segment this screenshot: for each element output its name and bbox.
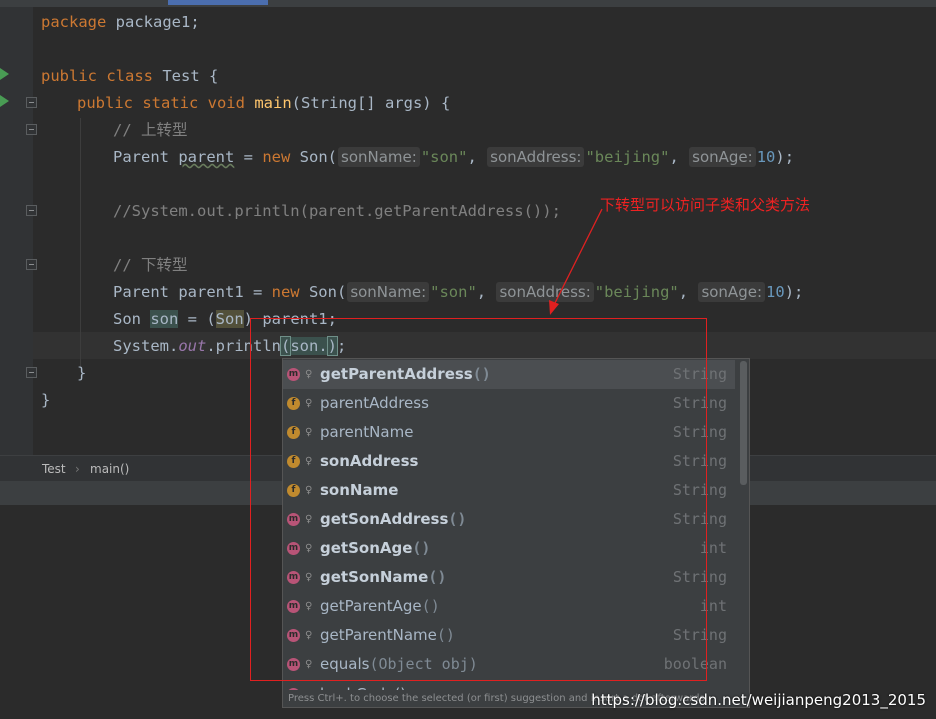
method-signature: (String[] args) { — [291, 94, 451, 112]
class-ref: System. — [113, 337, 179, 355]
annotation-text: 下转型可以访问子类和父类方法 — [600, 196, 811, 214]
fold-icon[interactable] — [26, 205, 37, 216]
commented-code: //System.out.println(parent.getParentAdd… — [113, 202, 561, 220]
breadcrumb-method[interactable]: main() — [90, 456, 129, 482]
class-name: Test { — [153, 67, 219, 85]
separator: , — [476, 283, 496, 301]
param-hint: sonName: — [347, 282, 430, 302]
keyword: package — [41, 13, 107, 31]
string-literal: "son" — [420, 148, 468, 166]
fold-icon[interactable] — [26, 97, 37, 108]
static-field: out — [178, 337, 207, 355]
method-name: main — [254, 94, 292, 112]
separator: , — [467, 148, 487, 166]
editor-tab-bar — [0, 0, 936, 7]
keyword: new — [262, 148, 291, 166]
fold-icon[interactable] — [26, 367, 37, 378]
indent-guide — [80, 118, 81, 368]
run-main-icon[interactable] — [0, 95, 9, 107]
type-name: Parent — [113, 148, 179, 166]
keyword: public — [41, 67, 97, 85]
watermark: https://blog.csdn.net/weijianpeng2013_20… — [591, 691, 926, 709]
operator: = ( — [178, 310, 216, 328]
keyword: class — [106, 67, 154, 85]
number-literal: 10 — [766, 283, 785, 301]
keyword: new — [271, 283, 300, 301]
param-hint: sonAddress: — [487, 147, 585, 167]
package-name: package1; — [106, 13, 200, 31]
comment-downcast: // 下转型 — [113, 256, 188, 274]
comment-upcast: // 上转型 — [113, 121, 188, 139]
fold-icon[interactable] — [26, 259, 37, 270]
code-line-class[interactable]: public class Test { — [41, 63, 218, 90]
run-class-icon[interactable] — [0, 68, 9, 80]
statement-end: ); — [775, 148, 795, 166]
annotation-arrow — [549, 208, 603, 315]
keyword: public static void — [77, 94, 245, 112]
code-line-main[interactable]: public static void main(String[] args) { — [77, 90, 450, 117]
declaration: Parent parent1 = — [113, 283, 272, 301]
close-brace-class: } — [41, 391, 51, 409]
param-hint: sonName: — [338, 147, 420, 167]
param-hint: sonAge: — [689, 147, 756, 167]
statement-end: ); — [784, 283, 804, 301]
param-hint: sonAge: — [698, 282, 766, 302]
separator: , — [669, 148, 689, 166]
annotation-highlight-box — [250, 318, 707, 681]
string-literal: "son" — [430, 283, 477, 301]
code-line-parent1[interactable]: Parent parent1 = new Son(sonName: "son", … — [113, 279, 803, 306]
number-literal: 10 — [756, 148, 776, 166]
operator: = — [234, 148, 263, 166]
type-name: Son — [113, 310, 151, 328]
breadcrumb-class[interactable]: Test — [42, 456, 66, 482]
completion-scrollbar[interactable] — [740, 361, 747, 485]
active-tab[interactable] — [168, 0, 268, 5]
constructor: Son( — [299, 283, 347, 301]
cast-type: Son — [215, 310, 244, 328]
variable-parent: parent — [178, 148, 235, 166]
constructor: Son( — [290, 148, 337, 166]
string-literal: "beijing" — [585, 148, 670, 166]
code-line-upcast[interactable]: Parent parent = new Son(sonName: "son", s… — [113, 144, 794, 171]
variable-son: son — [150, 310, 179, 328]
fold-icon[interactable] — [26, 124, 37, 135]
separator: , — [678, 283, 698, 301]
code-line-package[interactable]: package package1; — [41, 9, 200, 36]
close-brace-method: } — [77, 364, 87, 382]
breadcrumb-separator: › — [75, 462, 80, 476]
